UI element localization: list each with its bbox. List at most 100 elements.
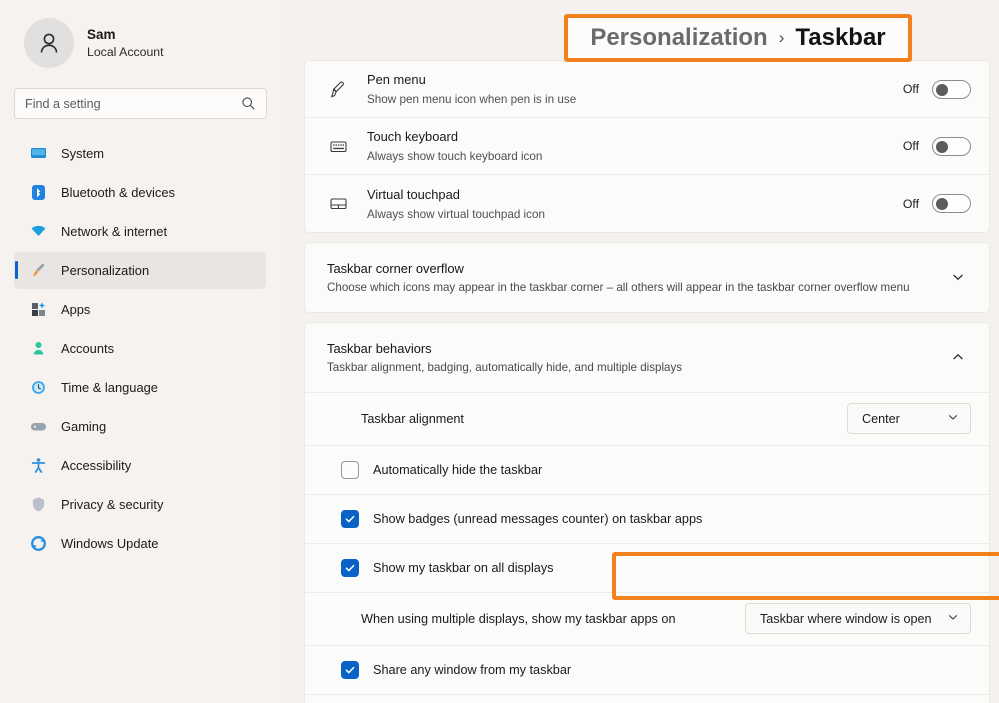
sidebar-item-label: Windows Update xyxy=(61,536,159,551)
checkbox-auto-hide[interactable] xyxy=(341,460,359,479)
multiple-displays-dropdown[interactable]: Taskbar where window is open xyxy=(745,603,971,635)
toggle-switch[interactable] xyxy=(932,194,971,213)
sidebar-item-accounts[interactable]: Accounts xyxy=(14,330,266,367)
setting-title: Touch keyboard xyxy=(367,129,459,145)
breadcrumb-separator-icon: › xyxy=(778,28,785,47)
sidebar-item-gaming[interactable]: Gaming xyxy=(14,408,266,445)
sidebar-item-label: Bluetooth & devices xyxy=(61,185,175,200)
monitor-icon xyxy=(28,144,48,164)
chevron-down-icon xyxy=(947,410,959,428)
setting-row-pen-menu[interactable]: Pen menu Show pen menu icon when pen is … xyxy=(305,61,989,118)
sidebar-item-privacy-security[interactable]: Privacy & security xyxy=(14,486,266,523)
update-icon xyxy=(28,534,48,554)
setting-description: Always show virtual touchpad icon xyxy=(367,207,546,221)
checkbox-label: Automatically hide the taskbar xyxy=(373,462,543,477)
sidebar-nav: System Bluetooth & devices Network & int… xyxy=(14,135,266,562)
row-show-taskbar-all-displays[interactable]: Show my taskbar on all displays xyxy=(305,544,989,593)
toggle-state-label: Off xyxy=(902,139,919,153)
breadcrumb-parent[interactable]: Personalization xyxy=(590,24,767,52)
multiple-displays-label: When using multiple displays, show my ta… xyxy=(361,611,676,626)
checkbox-label: Show badges (unread messages counter) on… xyxy=(373,511,703,526)
content-area: Pen menu Show pen menu icon when pen is … xyxy=(280,0,999,703)
settings-window: Sam Local Account Find a setting System … xyxy=(0,0,999,703)
sidebar-item-label: Gaming xyxy=(61,419,107,434)
sidebar: Sam Local Account Find a setting System … xyxy=(0,0,280,703)
settings-panel: Pen menu Show pen menu icon when pen is … xyxy=(304,60,990,703)
accessibility-icon xyxy=(28,456,48,476)
search-input[interactable] xyxy=(25,96,241,111)
toggle-switch[interactable] xyxy=(932,136,971,156)
sidebar-item-system[interactable]: System xyxy=(14,135,266,172)
setting-row-virtual-touchpad[interactable]: Virtual touchpad Always show virtual tou… xyxy=(305,175,989,232)
search-container xyxy=(14,88,267,119)
search-box[interactable] xyxy=(14,88,267,119)
sidebar-item-time-language[interactable]: Time & language xyxy=(14,369,266,406)
setting-row-touch-keyboard[interactable]: Touch keyboard Always show touch keyboar… xyxy=(305,118,989,175)
account-icon xyxy=(28,339,48,359)
setting-description: Always show touch keyboard icon xyxy=(367,150,543,164)
taskbar-icons-card: Pen menu Show pen menu icon when pen is … xyxy=(304,60,990,233)
row-multiple-displays[interactable]: When using multiple displays, show my ta… xyxy=(305,593,989,646)
touchpad-icon xyxy=(327,194,349,213)
checkbox-all-displays[interactable] xyxy=(341,558,359,577)
sidebar-item-label: Accessibility xyxy=(61,458,132,473)
sidebar-item-label: Time & language xyxy=(61,380,158,395)
row-select-far-corner[interactable]: Select the far corner of the taskbar to … xyxy=(305,695,989,703)
bluetooth-icon xyxy=(28,183,48,203)
dropdown-value: Taskbar where window is open xyxy=(760,611,932,626)
wifi-icon xyxy=(28,222,48,242)
profile-name: Sam xyxy=(87,26,116,42)
setting-title: Virtual touchpad xyxy=(367,186,460,202)
setting-title: Pen menu xyxy=(367,72,426,88)
taskbar-corner-overflow-card: Taskbar corner overflow Choose which ico… xyxy=(304,242,990,313)
sidebar-item-windows-update[interactable]: Windows Update xyxy=(14,525,266,562)
checkbox-label: Share any window from my taskbar xyxy=(373,662,572,677)
sidebar-item-apps[interactable]: Apps xyxy=(14,291,266,328)
gamepad-icon xyxy=(28,417,48,437)
checkbox-show-badges[interactable] xyxy=(341,509,359,528)
row-show-badges[interactable]: Show badges (unread messages counter) on… xyxy=(305,495,989,544)
shield-icon xyxy=(28,495,48,515)
section-description: Taskbar alignment, badging, automaticall… xyxy=(327,361,683,375)
sidebar-item-label: Accounts xyxy=(61,341,115,356)
search-icon xyxy=(241,96,256,111)
toggle-state-label: Off xyxy=(902,82,919,96)
paintbrush-icon xyxy=(28,261,48,281)
sidebar-item-accessibility[interactable]: Accessibility xyxy=(14,447,266,484)
pen-icon xyxy=(327,80,349,99)
chevron-down-icon xyxy=(947,610,959,628)
taskbar-alignment-label: Taskbar alignment xyxy=(361,411,464,426)
user-profile[interactable]: Sam Local Account xyxy=(14,0,266,68)
section-title: Taskbar corner overflow xyxy=(327,261,464,276)
toggle-switch[interactable] xyxy=(932,79,971,99)
sidebar-item-personalization[interactable]: Personalization xyxy=(14,252,266,289)
taskbar-alignment-dropdown[interactable]: Center xyxy=(847,403,971,435)
keyboard-icon xyxy=(327,137,349,156)
clock-icon xyxy=(28,378,48,398)
checkbox-share-window[interactable] xyxy=(341,660,359,679)
row-auto-hide-taskbar[interactable]: Automatically hide the taskbar xyxy=(305,446,989,495)
section-description: Choose which icons may appear in the tas… xyxy=(327,281,910,295)
sidebar-item-label: Personalization xyxy=(61,263,150,278)
section-title: Taskbar behaviors xyxy=(327,340,432,356)
sidebar-item-bluetooth-devices[interactable]: Bluetooth & devices xyxy=(14,174,266,211)
chevron-up-icon[interactable] xyxy=(947,350,969,364)
chevron-down-icon[interactable] xyxy=(947,270,969,284)
row-share-any-window[interactable]: Share any window from my taskbar xyxy=(305,646,989,695)
toggle-state-label: Off xyxy=(902,196,919,211)
sidebar-item-label: System xyxy=(61,146,104,161)
sidebar-item-label: Network & internet xyxy=(61,224,168,239)
person-icon xyxy=(40,33,58,53)
section-header-taskbar-behaviors[interactable]: Taskbar behaviors Taskbar alignment, bad… xyxy=(305,323,989,393)
avatar xyxy=(24,18,74,68)
checkbox-label: Show my taskbar on all displays xyxy=(373,560,554,575)
apps-icon xyxy=(28,300,48,320)
row-taskbar-alignment[interactable]: Taskbar alignment Center xyxy=(305,393,989,446)
dropdown-value: Center xyxy=(862,411,900,426)
breadcrumb: Personalization › Taskbar xyxy=(564,14,912,62)
profile-account-type: Local Account xyxy=(87,44,164,59)
breadcrumb-current: Taskbar xyxy=(795,24,886,51)
sidebar-item-network-internet[interactable]: Network & internet xyxy=(14,213,266,250)
section-header-taskbar-corner-overflow[interactable]: Taskbar corner overflow Choose which ico… xyxy=(305,243,989,312)
setting-description: Show pen menu icon when pen is in use xyxy=(367,93,577,107)
